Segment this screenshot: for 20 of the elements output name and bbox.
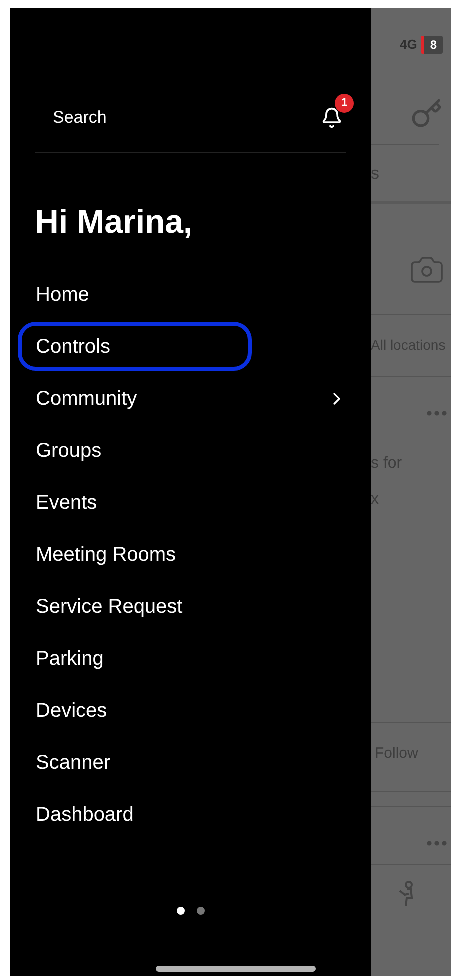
greeting-heading: Hi Marina, bbox=[34, 202, 194, 242]
menu-item[interactable]: Dashboard bbox=[18, 790, 351, 839]
notification-badge: 1 bbox=[335, 94, 354, 113]
key-icon bbox=[411, 98, 443, 130]
menu-item[interactable]: Devices bbox=[18, 686, 351, 735]
menu-item[interactable]: Controls bbox=[18, 322, 252, 371]
more-icon bbox=[427, 410, 447, 416]
menu-item[interactable]: Meeting Rooms bbox=[18, 530, 351, 579]
menu-item[interactable]: Groups bbox=[18, 426, 351, 475]
menu-item[interactable]: Scanner bbox=[18, 738, 351, 787]
menu-item[interactable]: Community bbox=[18, 374, 351, 423]
bell-icon bbox=[321, 107, 343, 129]
more-icon bbox=[427, 841, 447, 846]
battery-indicator: 8 bbox=[421, 36, 443, 54]
menu-item[interactable]: Events bbox=[18, 478, 351, 527]
menu-item[interactable]: Home bbox=[18, 270, 351, 319]
search-label[interactable]: Search bbox=[35, 105, 107, 131]
menu-item[interactable]: Parking bbox=[18, 634, 351, 683]
menu-item[interactable]: Service Request bbox=[18, 582, 351, 631]
network-label: 4G bbox=[400, 36, 418, 54]
